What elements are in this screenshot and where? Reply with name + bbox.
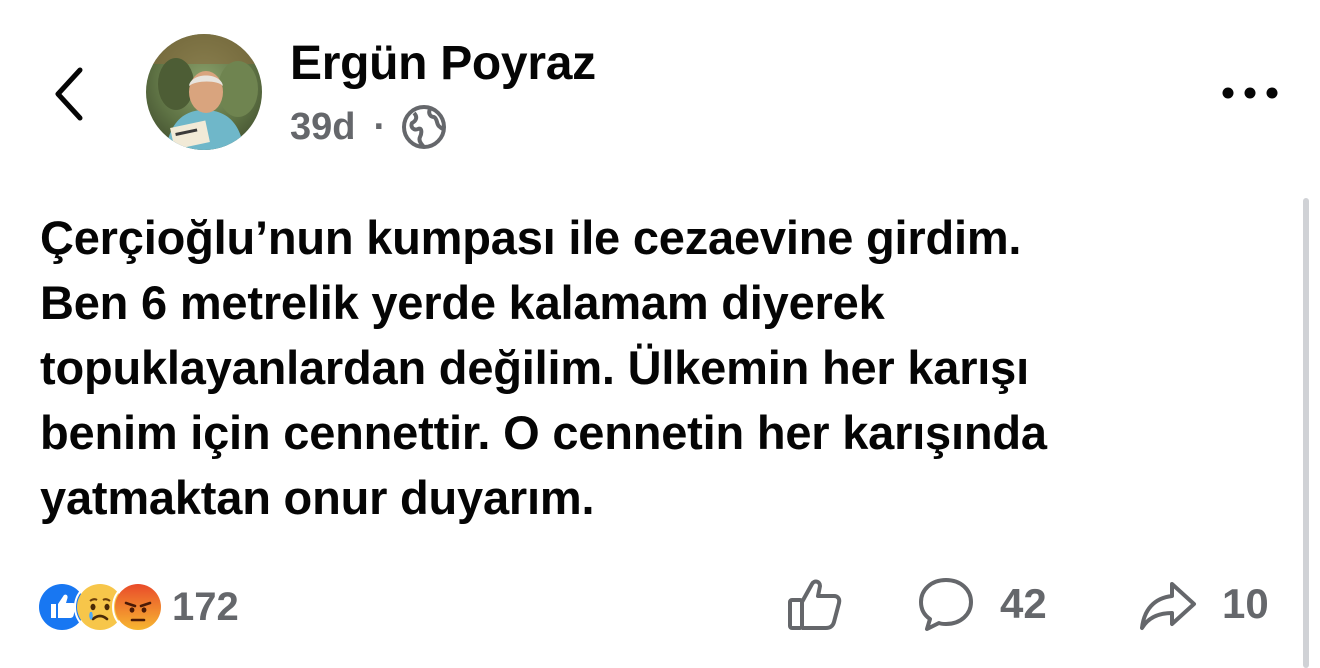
thumbs-up-icon (788, 579, 842, 630)
share-button[interactable]: 10 (1138, 572, 1269, 636)
scrollbar[interactable] (1303, 198, 1309, 668)
share-icon (1140, 582, 1196, 630)
post-text-line: yatmaktan onur duyarım. (40, 471, 595, 524)
comment-icon (919, 578, 973, 631)
post-meta: 39d · (290, 100, 448, 154)
chevron-left-icon (55, 67, 83, 121)
author-name[interactable]: Ergün Poyraz (290, 34, 596, 94)
back-button[interactable] (44, 58, 96, 130)
post-text-line: Çerçioğlu’nun kumpası ile cezaevine gird… (40, 211, 1022, 264)
globe-icon (402, 105, 447, 149)
post-screen: Ergün Poyraz 39d · Çerçioğlu’nun kumpası… (0, 0, 1320, 668)
reaction-count: 172 (172, 584, 239, 629)
post-text: Çerçioğlu’nun kumpası ile cezaevine gird… (40, 205, 1290, 530)
share-count: 10 (1222, 580, 1269, 627)
like-button[interactable] (786, 572, 846, 636)
profile-photo (146, 34, 262, 150)
more-horizontal-icon (1222, 87, 1278, 99)
meta-separator: · (373, 105, 387, 148)
post-text-line: benim için cennettir. O cennetin her kar… (40, 406, 1047, 459)
angry-icon (112, 581, 164, 633)
avatar[interactable] (146, 34, 262, 150)
post-text-line: Ben 6 metrelik yerde kalamam diyerek (40, 276, 885, 329)
post-time[interactable]: 39d (290, 106, 355, 149)
reactions-summary[interactable]: 172 (36, 581, 239, 633)
comment-button[interactable]: 42 (916, 572, 1047, 636)
more-options-button[interactable] (1218, 78, 1282, 108)
post-text-line: topuklayanlardan değilim. Ülkemin her ka… (40, 341, 1029, 394)
comment-count: 42 (1000, 580, 1047, 627)
